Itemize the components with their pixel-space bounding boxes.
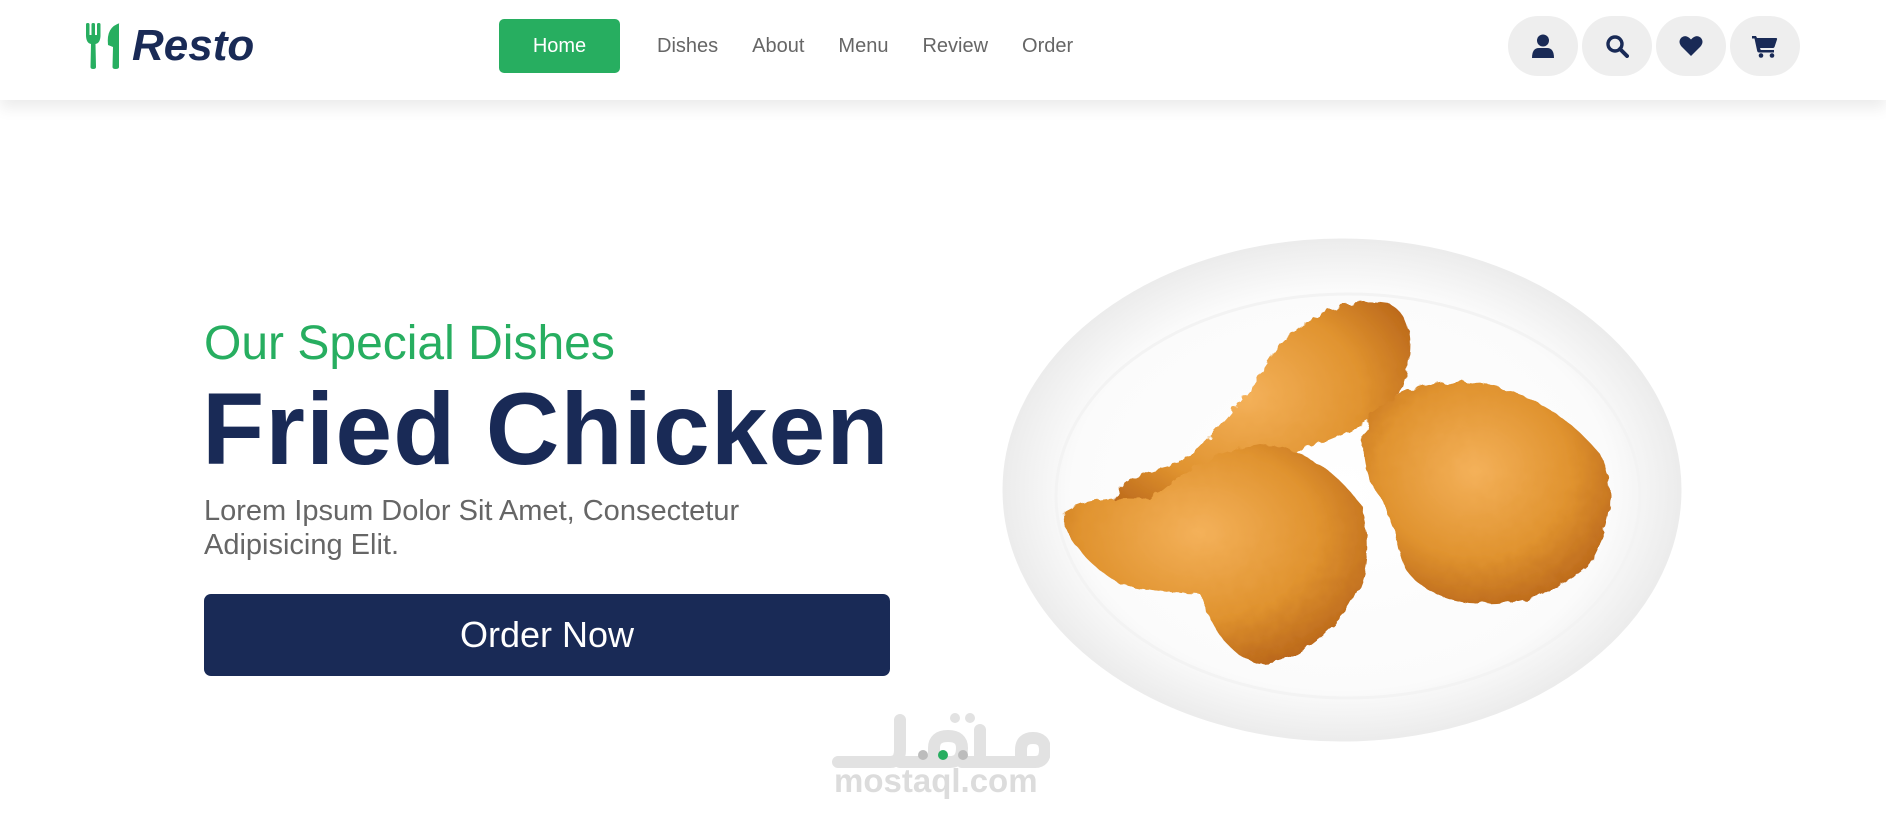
account-button[interactable] (1508, 16, 1578, 76)
search-icon (1606, 35, 1629, 58)
cart-button[interactable] (1730, 16, 1800, 76)
hero-description: Lorem Ipsum Dolor Sit Amet, Consectetur … (204, 495, 740, 561)
nav-review[interactable]: Review (922, 19, 988, 73)
nav-order[interactable]: Order (1022, 19, 1073, 73)
header-icons (1508, 16, 1804, 76)
utensils-icon (86, 23, 120, 69)
wishlist-button[interactable] (1656, 16, 1726, 76)
hero-image (1000, 234, 1685, 744)
fried-chicken-plate (1002, 238, 1682, 742)
slider-dot[interactable] (958, 750, 968, 760)
main-nav: Home Dishes About Menu Review Order (499, 19, 1107, 73)
heart-icon (1679, 36, 1703, 56)
watermark-text: mostaql.com (834, 762, 1038, 799)
slider-dot[interactable] (918, 750, 928, 760)
cart-icon (1752, 36, 1778, 58)
brand-name: Resto (132, 21, 255, 70)
nav-home[interactable]: Home (499, 19, 620, 73)
hero-title: Fried Chicken (202, 372, 890, 486)
nav-menu[interactable]: Menu (838, 19, 888, 73)
site-header: Resto Home Dishes About Menu Review Orde… (0, 0, 1886, 100)
slider-pagination (918, 750, 978, 760)
user-icon (1532, 34, 1554, 58)
slider-dot-active[interactable] (938, 750, 948, 760)
nav-dishes[interactable]: Dishes (657, 19, 718, 73)
order-now-button[interactable]: Order Now (204, 594, 890, 676)
search-button[interactable] (1582, 16, 1652, 76)
logo[interactable]: Resto (86, 22, 254, 70)
hero-subtitle: Our Special Dishes (204, 317, 615, 370)
nav-about[interactable]: About (752, 19, 804, 73)
